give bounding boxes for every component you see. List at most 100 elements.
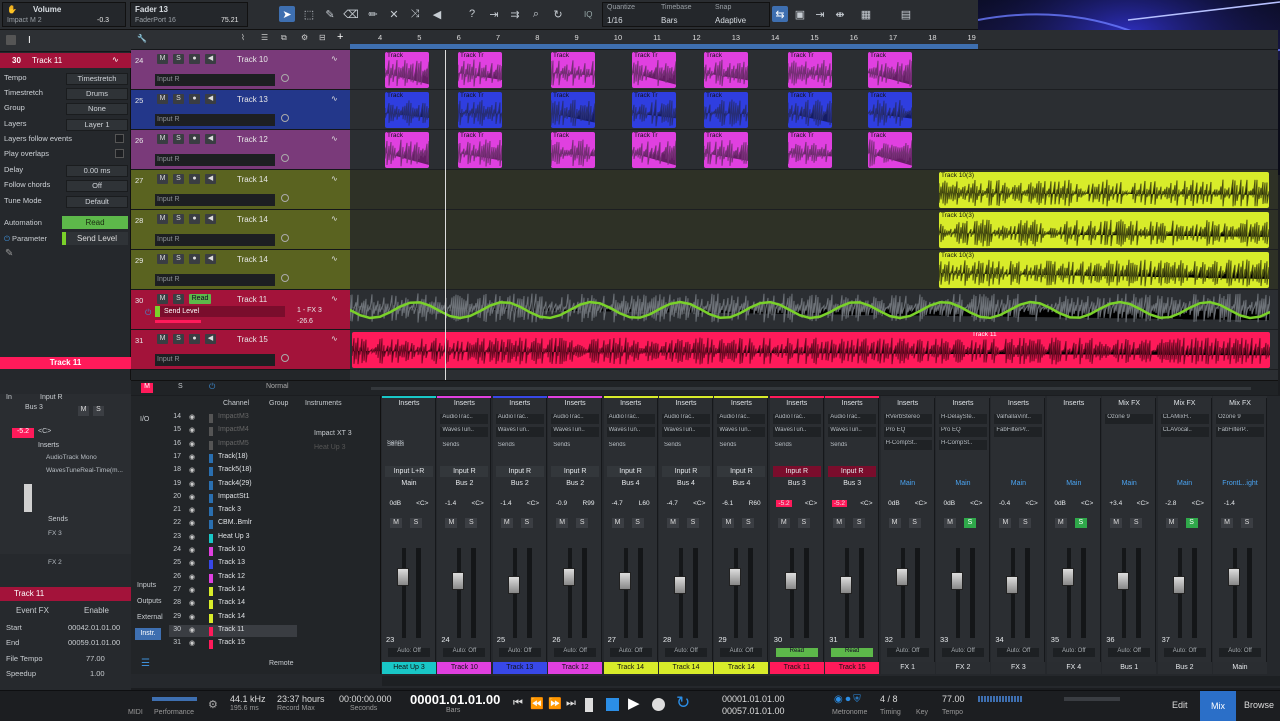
input-select[interactable]: Input R bbox=[828, 466, 877, 477]
track-name[interactable]: Track 11 bbox=[237, 295, 267, 304]
mixer-channel-strip[interactable]: Inserts AudioTrac.. WavesTun.. Sends Input R… bbox=[825, 396, 880, 674]
visibility-icon[interactable]: ◉ bbox=[189, 573, 195, 581]
channel-name-tag[interactable]: FX 2 bbox=[936, 662, 990, 674]
send-value[interactable]: -26.6 bbox=[297, 318, 313, 325]
automation-off[interactable]: Auto: Off bbox=[443, 648, 486, 657]
insert-slot[interactable]: WavesTun.. bbox=[551, 427, 600, 437]
fader-cap[interactable] bbox=[674, 576, 686, 594]
strip-mute-button[interactable]: M bbox=[611, 518, 624, 528]
inspector-row-value[interactable]: Drums bbox=[66, 88, 128, 100]
track-input[interactable]: Input R bbox=[155, 274, 275, 286]
channel-name-tag[interactable]: Track 14 bbox=[603, 662, 658, 674]
track-name[interactable]: Track 14 bbox=[237, 175, 268, 184]
audio-clip[interactable]: Track bbox=[868, 92, 912, 128]
stop-icon[interactable] bbox=[606, 698, 619, 711]
record-button[interactable]: ● bbox=[189, 174, 200, 184]
inserts-label[interactable]: Inserts bbox=[493, 400, 547, 407]
mixer-channel-strip[interactable]: Inserts AudioTrac.. WavesTun.. Sends Input R… bbox=[659, 396, 713, 674]
speedup-value[interactable]: 1.00 bbox=[90, 669, 105, 678]
volume-slider[interactable] bbox=[1064, 697, 1120, 701]
monitor-button[interactable]: ◀ bbox=[205, 94, 216, 104]
pan-value[interactable]: <C> bbox=[1192, 500, 1204, 507]
window-icon[interactable]: ▤ bbox=[898, 6, 914, 22]
solo-button[interactable]: S bbox=[173, 254, 184, 264]
playhead[interactable] bbox=[445, 50, 446, 380]
plugin-control-display[interactable]: ✋ Volume Impact M 2 -0.3 bbox=[2, 2, 126, 27]
output-select[interactable]: FrontL..ight bbox=[1216, 478, 1264, 489]
instr-tab[interactable]: Instr. bbox=[135, 628, 161, 640]
rewind-start-icon[interactable]: ⏮ bbox=[513, 697, 523, 710]
solo-button[interactable]: S bbox=[173, 214, 184, 224]
inspector-row-value[interactable]: Off bbox=[66, 180, 128, 192]
track-lane[interactable]: Track 11 bbox=[350, 330, 1278, 370]
audio-clip[interactable]: Track bbox=[551, 132, 595, 168]
output-select[interactable]: Main bbox=[1105, 478, 1153, 489]
output-select[interactable]: Bus 4 bbox=[662, 478, 710, 489]
start-value[interactable]: 00042.01.01.00 bbox=[68, 623, 120, 632]
forward-end-icon[interactable]: ⏭ bbox=[566, 697, 576, 710]
track-name[interactable]: Track 15 bbox=[237, 335, 268, 344]
output-select[interactable]: Main bbox=[939, 478, 987, 489]
audio-clip[interactable]: Track bbox=[868, 132, 912, 168]
strip-mute-button[interactable]: M bbox=[777, 518, 790, 528]
strip-mute-button[interactable]: M bbox=[667, 518, 679, 528]
visibility-icon[interactable]: ◉ bbox=[189, 626, 195, 634]
automation-mode[interactable]: Read bbox=[62, 216, 128, 229]
visibility-icon[interactable]: ◉ bbox=[189, 599, 195, 607]
record-circle-icon[interactable] bbox=[281, 234, 289, 242]
input-select[interactable]: Input R bbox=[662, 466, 710, 477]
mixer-channel-strip[interactable]: Inserts AudioTrac.. WavesTun.. Sends Input R… bbox=[492, 396, 547, 674]
ci-insert-2[interactable]: WavesTuneReal-Time(m... bbox=[46, 467, 123, 474]
track-header[interactable]: 27 M S ● ◀ Track 14 Input R ∿ bbox=[131, 170, 350, 210]
track-name[interactable]: Track 14 bbox=[237, 215, 268, 224]
channel-list-item[interactable]: 26 ◉ Track 12 bbox=[169, 572, 297, 584]
audio-clip[interactable]: Track Tr bbox=[788, 92, 832, 128]
ci-sends[interactable]: Sends bbox=[48, 516, 68, 523]
visibility-icon[interactable]: ◉ bbox=[189, 426, 195, 434]
fader-cap[interactable] bbox=[1228, 568, 1240, 586]
insert-slot[interactable]: WavesTun.. bbox=[717, 427, 766, 437]
fader-control-display[interactable]: Fader 13 FaderPort 16 75.21 bbox=[130, 2, 248, 27]
parameter-value[interactable]: Send Level bbox=[62, 232, 128, 245]
mixer-channel-strip[interactable]: Inserts H-DelaySte.. Pro EQ H-CompSt.. Main 0… bbox=[936, 396, 990, 674]
sends-label[interactable]: Sends bbox=[717, 442, 765, 452]
mute-button[interactable]: M bbox=[157, 94, 168, 104]
strip-mute-button[interactable]: M bbox=[1110, 518, 1123, 528]
edit-view-button[interactable]: Edit bbox=[1172, 700, 1188, 710]
insert-slot[interactable]: AudioTrac.. bbox=[551, 414, 600, 424]
output-select[interactable]: Bus 2 bbox=[551, 478, 599, 489]
strip-mute-button[interactable]: M bbox=[500, 518, 513, 528]
track-lane[interactable]: Track 10(3) bbox=[350, 170, 1278, 210]
solo-button[interactable]: S bbox=[173, 54, 184, 64]
external-tab[interactable]: External bbox=[137, 614, 163, 621]
ci-fader[interactable] bbox=[24, 484, 32, 512]
grid-icon[interactable]: ▦ bbox=[858, 6, 874, 22]
fader-track[interactable] bbox=[1066, 548, 1071, 638]
arrange-view[interactable]: 4 5 6 7 8 9 10 11 12 13 14 15 16 17 18 19 Track Track Tr… bbox=[350, 30, 1278, 380]
pan-value[interactable]: <C> bbox=[860, 500, 872, 507]
zoom-icon[interactable]: ⌕ bbox=[528, 6, 544, 22]
track-read-button[interactable]: Read bbox=[189, 294, 211, 304]
volume-value[interactable]: -0.4 bbox=[999, 500, 1010, 507]
pan-value[interactable]: <C> bbox=[1137, 500, 1149, 507]
audio-clip[interactable]: Track bbox=[551, 52, 595, 88]
mute-button[interactable]: M bbox=[157, 214, 168, 224]
fader-track[interactable] bbox=[900, 548, 905, 638]
strip-mute-button[interactable]: M bbox=[445, 518, 458, 528]
record-icon[interactable] bbox=[652, 698, 665, 711]
inserts-label[interactable]: Inserts bbox=[825, 400, 879, 407]
track-lane[interactable] bbox=[350, 290, 1278, 330]
solo-button[interactable]: S bbox=[173, 334, 184, 344]
footer-mode[interactable]: Normal bbox=[266, 383, 289, 390]
pan-value[interactable]: <C> bbox=[416, 500, 428, 507]
automation-read[interactable]: Read bbox=[775, 648, 818, 657]
visibility-icon[interactable]: ◉ bbox=[189, 453, 195, 461]
track-lane[interactable]: Track Track Tr Track Track Tr Track Track Tr T… bbox=[350, 90, 1278, 130]
record-circle-icon[interactable] bbox=[281, 74, 289, 82]
channel-list-item[interactable]: 27 ◉ Track 14 bbox=[169, 585, 297, 597]
inspector-row-value[interactable]: None bbox=[66, 103, 128, 115]
inserts-label[interactable]: Inserts bbox=[382, 400, 436, 407]
solo-button[interactable]: S bbox=[173, 134, 184, 144]
automation-read[interactable]: Read bbox=[831, 648, 874, 657]
audio-clip[interactable]: Track Tr bbox=[788, 52, 832, 88]
